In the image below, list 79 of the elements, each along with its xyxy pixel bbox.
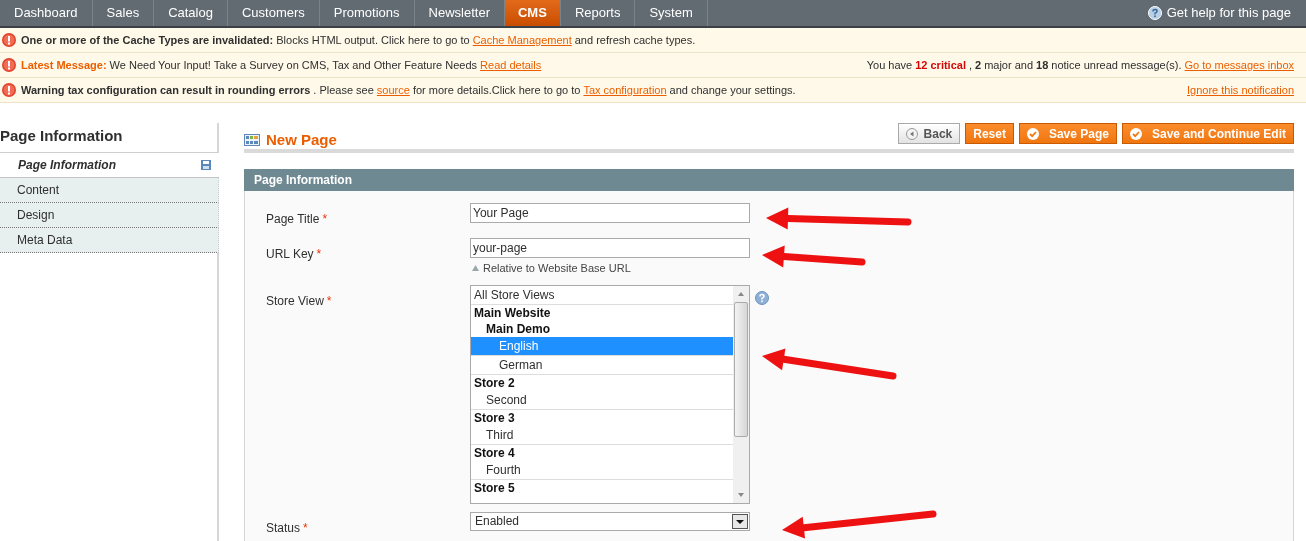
message-text: , [968, 57, 972, 73]
message-text: notice unread message(s). [1051, 57, 1182, 73]
store-option[interactable]: Fourth [471, 460, 733, 480]
store-option[interactable]: German [471, 355, 733, 375]
option-group-label: Store 2 [473, 374, 516, 391]
message-link[interactable]: Cache Management [472, 31, 572, 49]
back-button[interactable]: Back [897, 123, 961, 144]
message-text: 18 [1036, 57, 1049, 73]
nav-tab[interactable]: Catalog [154, 0, 228, 26]
error-icon [2, 33, 16, 47]
nav-tab[interactable]: Sales [92, 0, 155, 26]
check-icon [1130, 127, 1142, 140]
required-mark: * [303, 520, 308, 535]
grid-icon [244, 134, 260, 147]
help-icon [755, 290, 769, 305]
message-text: Warning tax configuration can result in rounding errors [21, 82, 311, 98]
message-link[interactable]: Ignore this notification [1187, 81, 1294, 99]
message-text: 12 critical [915, 57, 966, 73]
store-option[interactable]: All Store Views [471, 285, 733, 305]
message-text: and change your settings. [669, 82, 796, 98]
nav-tab[interactable]: Dashboard [0, 0, 93, 26]
option-group-label: Main Website [473, 304, 552, 321]
message-link[interactable]: source [376, 81, 410, 99]
status-dropdown[interactable]: Enabled [470, 511, 750, 531]
field-label: Status [266, 520, 301, 535]
message-text: for more details.Click here to go to [412, 82, 581, 98]
nav-tab[interactable]: Reports [560, 0, 636, 26]
option-group-label: Store 3 [473, 409, 516, 426]
scroll-down-icon [737, 491, 745, 498]
field-label: Store View [266, 293, 324, 308]
text-field[interactable]: your-page [470, 238, 750, 258]
message-text: . Please see [313, 82, 374, 98]
nav-tab[interactable]: CMS [505, 0, 561, 26]
nav-tab[interactable]: Customers [227, 0, 320, 26]
store-view-listbox[interactable]: All Store Views Main Website Main Demo English German Store 2 Second Store 3 Third Store 4 Fourth Store 5 [470, 284, 750, 504]
help-icon [1147, 6, 1162, 20]
page-title: New Page [266, 130, 337, 150]
option-group-label: Main Demo [485, 320, 551, 337]
error-icon [2, 83, 16, 97]
nav-tab[interactable]: Promotions [319, 0, 415, 26]
scroll-thumb[interactable] [734, 301, 748, 437]
message-text: You have [866, 57, 913, 73]
nav-tab[interactable]: System [635, 0, 708, 26]
back-icon [905, 127, 918, 140]
sidebar-tab[interactable]: Content [0, 178, 219, 203]
store-option[interactable]: Second [471, 390, 733, 410]
field-note: Relative to Website Base URL [483, 261, 631, 276]
message-text: 2 [975, 57, 982, 73]
required-mark: * [316, 247, 322, 261]
section-header: Page Information [244, 169, 1294, 191]
message-link[interactable]: Go to messages inbox [1184, 56, 1294, 74]
scroll-up-icon [737, 290, 745, 297]
scrollbar[interactable] [733, 285, 749, 503]
required-mark: * [322, 212, 328, 226]
sidebar-tab[interactable]: Design [0, 203, 219, 228]
check-icon [1026, 127, 1039, 140]
required-mark: * [326, 293, 332, 308]
nav-tab[interactable]: Newsletter [414, 0, 505, 26]
message-text: We Need Your Input! Take a Survey on CMS, Tax and Other Feature Needs [109, 57, 478, 73]
message-link[interactable]: Read details [480, 56, 542, 74]
message-text: and refresh cache types. [574, 32, 696, 48]
option-group-label: Store 4 [473, 444, 516, 461]
sidebar-tab[interactable]: Meta Data [0, 228, 219, 253]
store-option[interactable]: Third [471, 425, 733, 445]
message-text: Blocks HTML output. Click here to go to [276, 32, 470, 48]
option-group-label: Store 5 [473, 479, 516, 496]
field-label: Page Title [266, 212, 320, 226]
message-link[interactable]: Tax configuration [583, 81, 667, 99]
message-text: One or more of the Cache Types are invalidated: [21, 32, 274, 48]
store-option[interactable]: English [471, 336, 733, 356]
text-field[interactable]: Your Page [470, 203, 750, 223]
message-label: Latest Message: [21, 57, 107, 73]
help-link[interactable]: Get help for this page [1166, 3, 1291, 23]
save-icon [201, 160, 211, 170]
triangle-icon [472, 265, 479, 272]
message-text: major and [984, 57, 1034, 73]
field-label: URL Key [266, 247, 314, 261]
caret-icon [732, 513, 748, 529]
error-icon [2, 58, 16, 72]
